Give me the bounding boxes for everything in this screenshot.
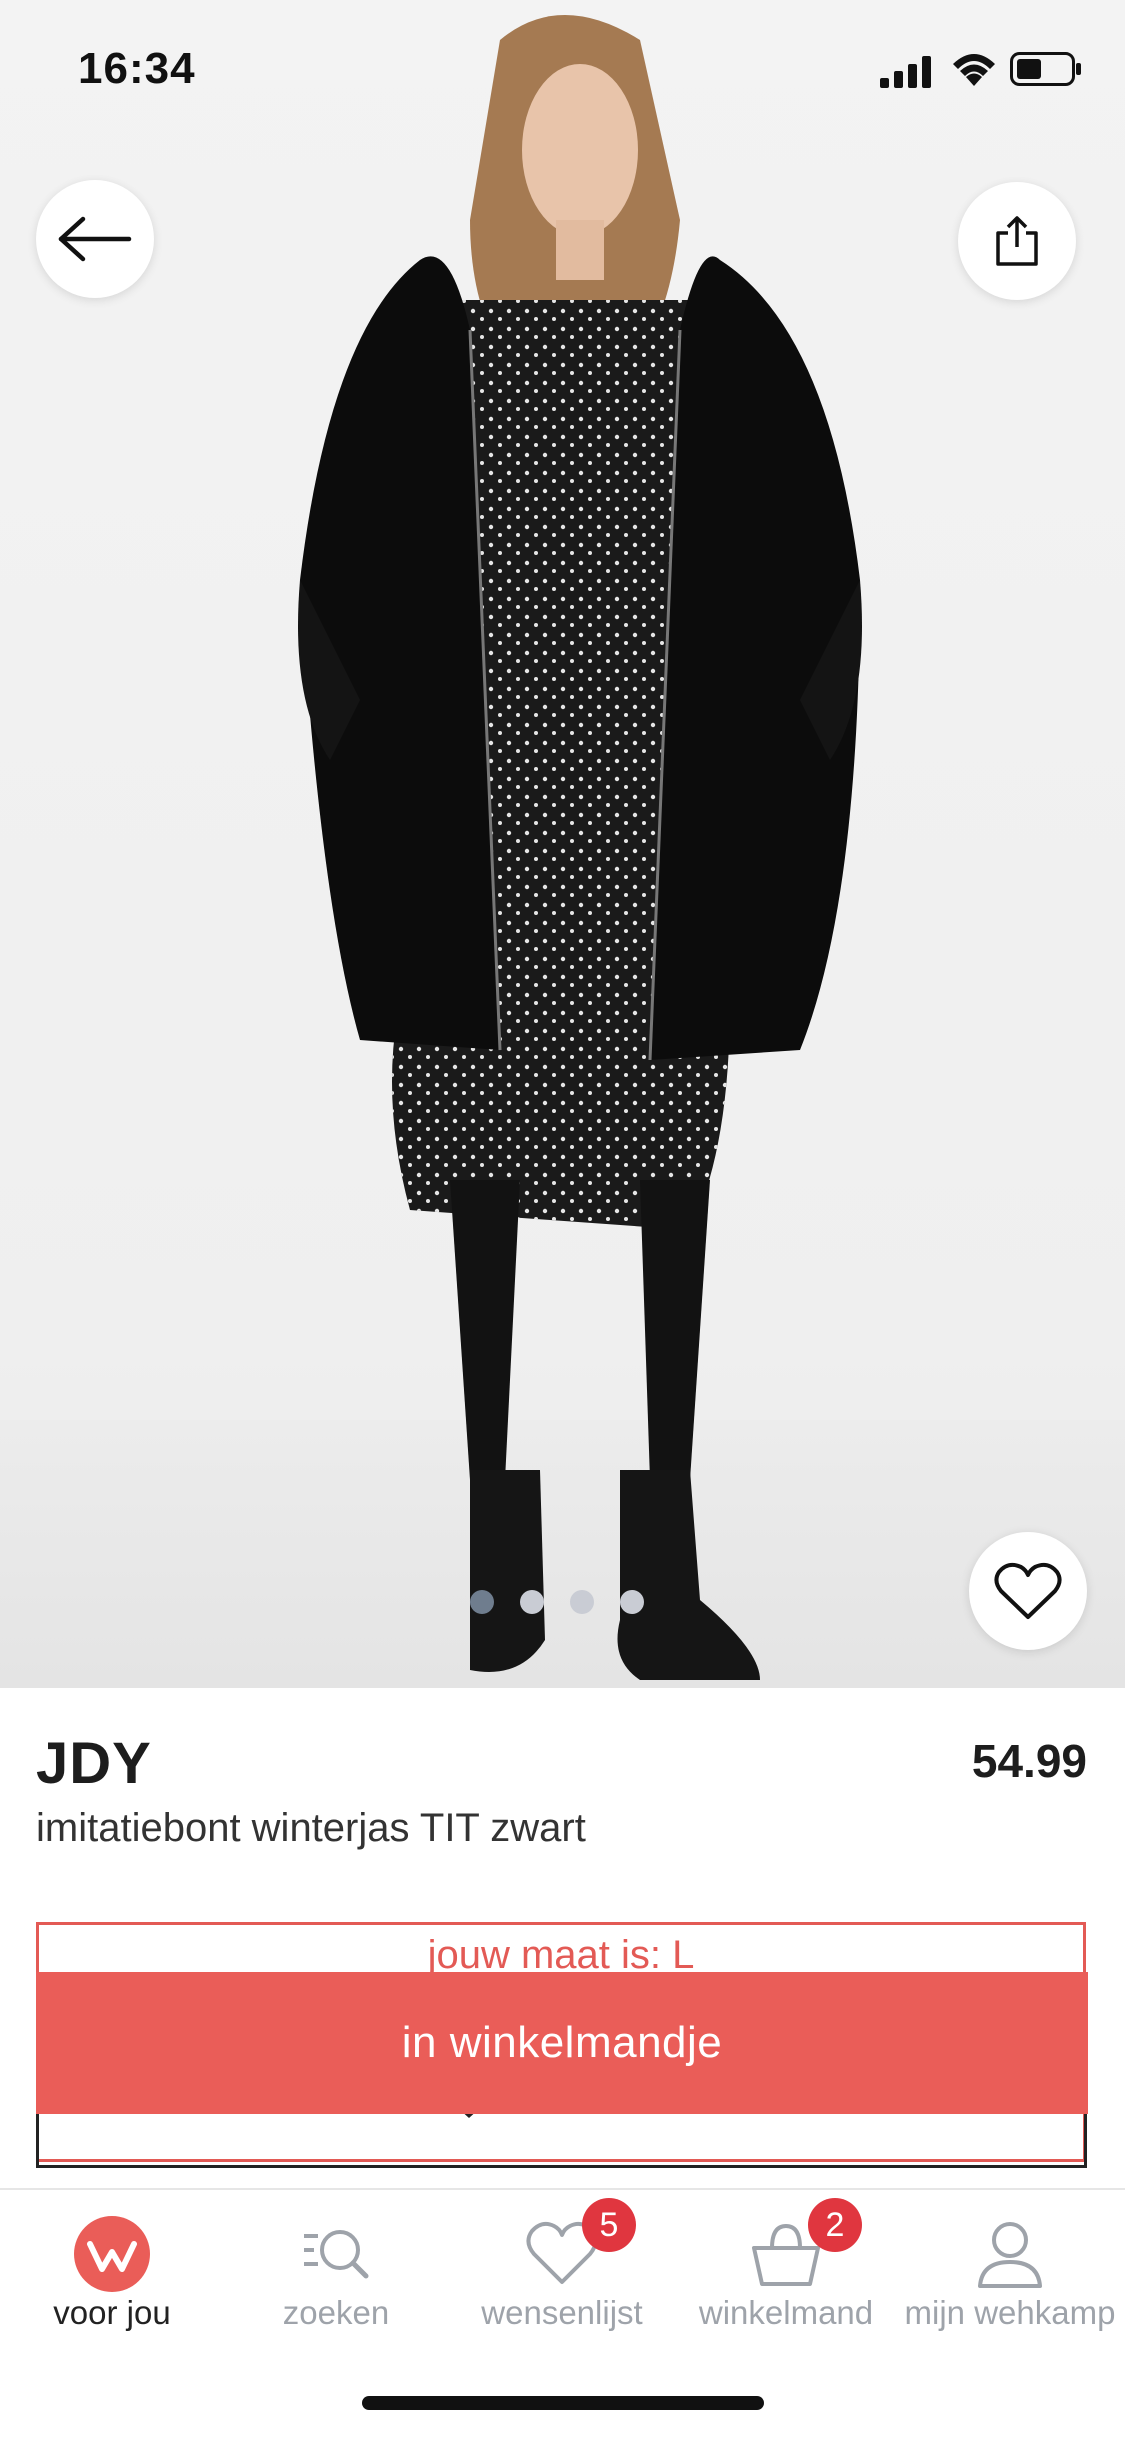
nav-label: mijn wehkamp: [904, 2294, 1116, 2331]
add-to-cart-button[interactable]: in winkelmandje: [36, 1972, 1088, 2114]
carousel-dot[interactable]: [470, 1590, 494, 1614]
wifi-icon: [953, 54, 995, 86]
wehkamp-logo-icon: [74, 2216, 150, 2292]
product-image[interactable]: [0, 0, 1125, 1688]
carousel-dot[interactable]: [570, 1590, 594, 1614]
user-icon: [978, 2222, 1042, 2288]
nav-item-voor-jou[interactable]: voor jou: [2, 2190, 222, 2380]
share-button[interactable]: [958, 182, 1076, 300]
nav-item-mijn-wehkamp[interactable]: mijn wehkamp: [900, 2190, 1120, 2380]
brand-name[interactable]: JDY: [36, 1730, 152, 1797]
back-button[interactable]: [36, 180, 154, 298]
share-icon: [996, 216, 1038, 266]
wishlist-count-badge: 5: [582, 2198, 636, 2252]
nav-label: winkelmand: [698, 2294, 874, 2331]
wishlist-heart-button[interactable]: [969, 1532, 1087, 1650]
nav-item-zoeken[interactable]: zoeken: [226, 2190, 446, 2380]
cellular-signal-icon: [880, 56, 931, 88]
status-time: 16:34: [78, 44, 196, 93]
heart-icon: [994, 1562, 1062, 1619]
carousel-dot[interactable]: [620, 1590, 644, 1614]
image-carousel-dots[interactable]: [470, 1590, 644, 1614]
arrow-left-icon: [58, 216, 132, 262]
cart-count-badge: 2: [808, 2198, 862, 2252]
nav-label: voor jou: [53, 2294, 171, 2331]
model-illustration: [298, 15, 862, 1680]
battery-icon: [1010, 52, 1081, 86]
nav-item-winkelmand[interactable]: 2 winkelmand: [676, 2190, 896, 2380]
nav-item-wensenlijst[interactable]: 5 wensenlijst: [452, 2190, 672, 2380]
nav-label: wensenlijst: [481, 2294, 643, 2331]
nav-label: zoeken: [282, 2294, 390, 2331]
product-price: 54.99: [971, 1735, 1087, 1787]
home-indicator: [362, 2396, 764, 2410]
product-title: imitatiebont winterjas TIT zwart: [36, 1806, 586, 1850]
add-to-cart-label: in winkelmandje: [401, 2018, 723, 2067]
search-icon: [304, 2230, 369, 2279]
carousel-dot[interactable]: [520, 1590, 544, 1614]
